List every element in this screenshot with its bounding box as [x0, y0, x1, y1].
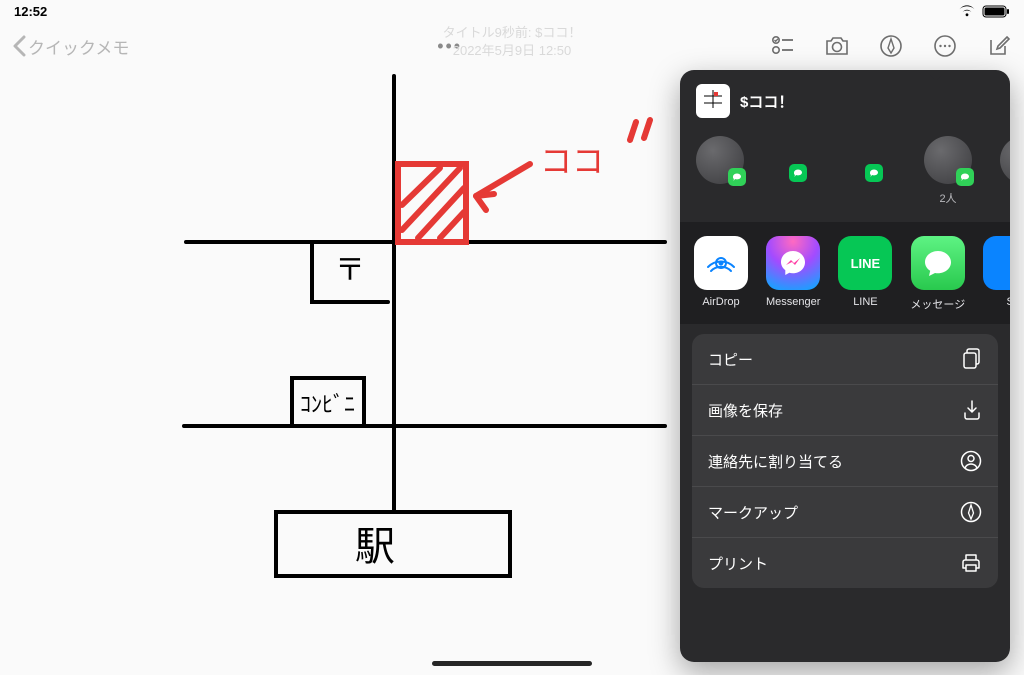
contact-label: 2人 — [939, 190, 956, 206]
app-label: メッセージ — [910, 296, 965, 312]
avatar — [1000, 136, 1010, 184]
status-bar: 12:52 — [0, 0, 1024, 22]
overflow-dots-icon[interactable]: ••• — [437, 36, 462, 57]
action-copy[interactable]: コピー — [692, 334, 998, 384]
message-badge-icon — [956, 168, 974, 186]
avatar — [696, 136, 744, 184]
messenger-icon — [766, 236, 820, 290]
status-right — [958, 5, 1010, 18]
copy-icon — [962, 348, 982, 370]
camera-icon[interactable] — [824, 33, 850, 59]
app-label: Messenger — [766, 296, 820, 308]
action-label: 連絡先に割り当てる — [708, 451, 843, 472]
back-label: クイックメモ — [28, 34, 129, 59]
line-badge-icon — [865, 164, 883, 182]
share-contact[interactable]: 2人 — [924, 136, 972, 208]
share-contacts-row: 2人 — [680, 130, 1010, 222]
share-thumbnail — [696, 84, 730, 118]
share-header: $ココ！ — [680, 70, 1010, 130]
app-line[interactable]: LINE LINE — [838, 236, 892, 312]
app-airdrop[interactable]: AirDrop — [694, 236, 748, 312]
compose-icon[interactable] — [986, 33, 1012, 59]
more-circle-icon[interactable] — [932, 33, 958, 59]
message-icon — [911, 236, 965, 290]
home-indicator — [432, 661, 592, 666]
action-label: コピー — [708, 349, 753, 370]
app-messenger[interactable]: Messenger — [766, 236, 820, 312]
airdrop-icon — [694, 236, 748, 290]
message-badge-icon — [728, 168, 746, 186]
app-label: S — [1007, 296, 1010, 308]
extra-app-icon — [983, 236, 1010, 290]
share-title: $ココ！ — [740, 91, 793, 112]
share-sheet: $ココ！ 2人 AirDrop — [680, 70, 1010, 662]
battery-icon — [982, 5, 1010, 18]
app-label: AirDrop — [702, 296, 739, 308]
app-message[interactable]: メッセージ — [910, 236, 965, 312]
share-apps-row: AirDrop Messenger LINE LINE メッセージ S — [680, 222, 1010, 324]
action-label: プリント — [708, 553, 768, 574]
sketch-conv-label: ｺﾝﾋﾞﾆ — [300, 392, 355, 417]
sketch-station-label: 駅 — [355, 524, 395, 569]
markup-pen-icon[interactable] — [878, 33, 904, 59]
sketch-koko-label: ココ — [540, 143, 604, 179]
checklist-icon[interactable] — [770, 33, 796, 59]
action-print[interactable]: プリント — [692, 537, 998, 588]
wifi-icon — [958, 5, 976, 17]
sketch-post-label: 〒 — [335, 254, 365, 287]
share-contact[interactable] — [696, 136, 744, 208]
avatar — [924, 136, 972, 184]
download-icon — [962, 399, 982, 421]
app-label: LINE — [853, 296, 877, 308]
line-icon: LINE — [838, 236, 892, 290]
action-label: マークアップ — [708, 502, 798, 523]
contact-icon — [960, 450, 982, 472]
status-time: 12:52 — [14, 4, 47, 19]
share-contact[interactable] — [772, 136, 820, 208]
action-save-image[interactable]: 画像を保存 — [692, 384, 998, 435]
action-markup[interactable]: マークアップ — [692, 486, 998, 537]
share-actions: コピー 画像を保存 連絡先に割り当てる マークアップ プリント — [680, 324, 1010, 662]
action-label: 画像を保存 — [708, 400, 783, 421]
chevron-left-icon — [12, 35, 26, 57]
toolbar: クイックメモ ••• — [0, 24, 1024, 68]
action-assign-contact[interactable]: 連絡先に割り当てる — [692, 435, 998, 486]
share-contact[interactable] — [1000, 136, 1010, 208]
markup-icon — [960, 501, 982, 523]
back-button[interactable]: クイックメモ — [12, 34, 129, 59]
share-contact[interactable] — [848, 136, 896, 208]
print-icon — [960, 552, 982, 574]
app-extra[interactable]: S — [983, 236, 1010, 312]
line-badge-icon — [789, 164, 807, 182]
